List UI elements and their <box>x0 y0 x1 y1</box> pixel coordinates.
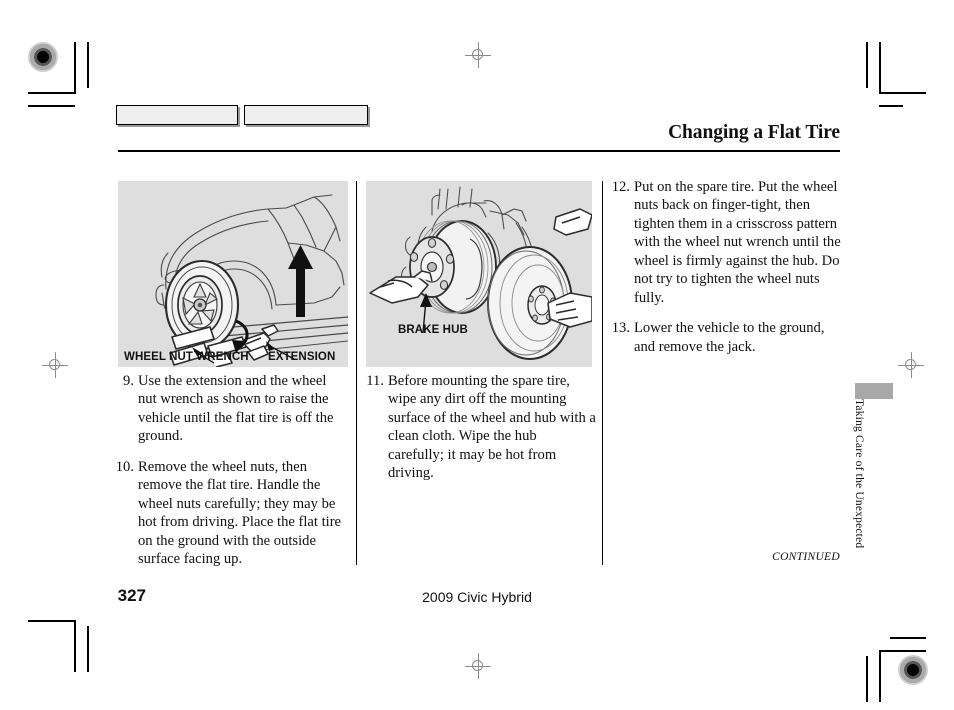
crop-mark-top-left-vertical-outer <box>87 42 89 88</box>
column-left: 9. Use the extension and the wheel nut w… <box>114 372 352 581</box>
wheel-nut-wrench-illustration: WHEEL NUT WRENCH EXTENSION <box>118 181 348 367</box>
title-rule <box>118 150 840 153</box>
registration-target-top-center <box>465 42 491 68</box>
continued-label: CONTINUED <box>772 551 840 563</box>
section-tab-block <box>855 383 893 399</box>
crop-mark-top-right-vertical-outer <box>866 42 868 88</box>
illustration-label-extension: EXTENSION <box>268 351 336 363</box>
step-number: 9. <box>123 373 134 389</box>
column-middle: 11. Before mounting the spare tire, wipe… <box>362 372 600 495</box>
registration-target-left-center <box>42 352 68 378</box>
crop-mark-top-right-horizontal-outer <box>879 105 903 107</box>
crop-mark-bottom-right-vertical-outer <box>866 656 868 702</box>
crop-mark-bottom-right-vertical <box>879 650 881 702</box>
crop-mark-bottom-left-vertical <box>74 620 76 672</box>
crop-mark-top-left-horizontal-outer <box>28 105 75 107</box>
page-number: 327 <box>117 586 146 605</box>
crop-mark-bottom-right-horizontal <box>879 650 926 652</box>
brake-hub-illustration: BRAKE HUB <box>366 181 592 367</box>
list-item: 13. Lower the vehicle to the ground, and… <box>608 319 846 356</box>
registration-target-bottom-center <box>465 653 491 679</box>
crop-mark-bottom-left-horizontal <box>28 620 75 622</box>
section-tab-label: Taking Care of the Unexpected <box>853 399 865 549</box>
crop-mark-top-right-horizontal <box>879 92 926 94</box>
step-text: Put on the spare tire. Put the wheel nut… <box>634 179 841 306</box>
crop-mark-bottom-right-horizontal-outer <box>890 637 926 639</box>
color-registration-swatch-1 <box>116 105 238 125</box>
crop-mark-top-left-horizontal <box>28 92 75 94</box>
column-divider-left <box>356 181 358 565</box>
step-number: 12. <box>611 179 630 195</box>
registration-dot-top-left <box>28 42 58 72</box>
step-text: Before mounting the spare tire, wipe any… <box>388 373 596 482</box>
page-title: Changing a Flat Tire <box>668 122 840 143</box>
step-number: 11. <box>366 373 384 389</box>
step-text: Remove the wheel nuts, then remove the f… <box>138 458 342 568</box>
step-number: 10. <box>115 458 134 475</box>
crop-mark-top-right-vertical <box>879 42 881 94</box>
illustration-label-wheel-nut-wrench: WHEEL NUT WRENCH <box>124 351 249 363</box>
wheel-nut-wrench-drawing <box>155 194 348 367</box>
crop-mark-top-left-vertical <box>74 42 76 94</box>
step-text: Lower the vehicle to the ground, and rem… <box>634 320 825 355</box>
illustration-label-brake-hub: BRAKE HUB <box>398 324 468 336</box>
list-item: 12. Put on the spare tire. Put the wheel… <box>608 178 846 307</box>
column-divider-right <box>602 181 604 565</box>
brake-hub-drawing <box>369 186 592 360</box>
list-item: 10. Remove the wheel nuts, then remove t… <box>114 458 352 569</box>
registration-target-right-center <box>898 352 924 378</box>
registration-dot-bottom-right <box>898 655 928 685</box>
column-right: 12. Put on the spare tire. Put the wheel… <box>608 178 846 368</box>
step-number: 13. <box>611 320 630 337</box>
list-item: 9. Use the extension and the wheel nut w… <box>114 372 352 446</box>
list-item: 11. Before mounting the spare tire, wipe… <box>362 372 600 483</box>
crop-mark-bottom-left-vertical-outer <box>87 626 89 672</box>
step-text: Use the extension and the wheel nut wren… <box>138 373 334 445</box>
color-registration-swatch-2 <box>244 105 368 125</box>
